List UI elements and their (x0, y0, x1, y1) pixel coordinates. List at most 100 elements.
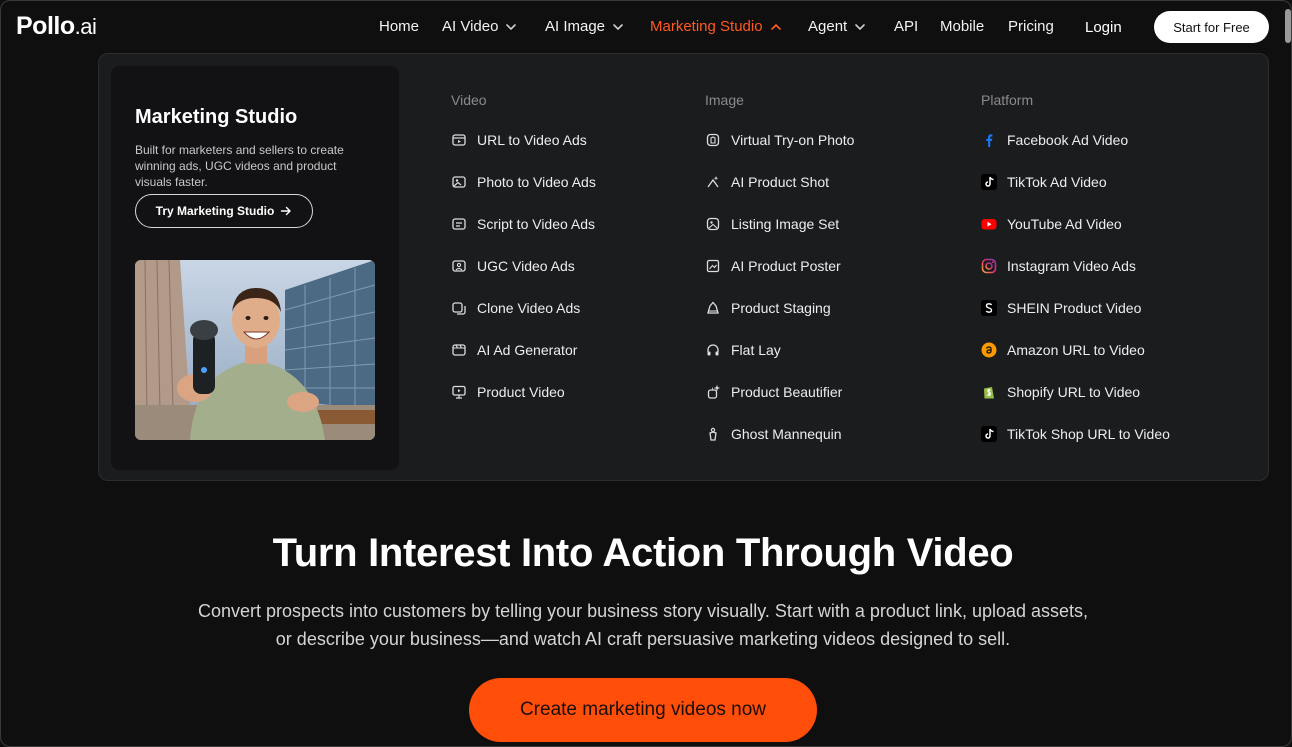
chevron-down-icon (613, 23, 623, 30)
brand-suffix: .ai (74, 14, 97, 39)
nav-api-label: API (894, 18, 919, 35)
tiktok-icon (981, 174, 997, 190)
menu-product-beautifier[interactable]: Product Beautifier (705, 382, 842, 402)
menu-label: SHEIN Product Video (1007, 300, 1142, 316)
script-video-icon (452, 218, 466, 230)
top-nav: Pollo.ai Home AI Video AI Image Marketin… (1, 1, 1291, 53)
nav-home[interactable]: Home (379, 18, 419, 35)
menu-label: Clone Video Ads (477, 300, 581, 316)
menu-label: Script to Video Ads (477, 216, 596, 232)
menu-ghost-mannequin[interactable]: Ghost Mannequin (705, 424, 842, 444)
start-for-free-button[interactable]: Start for Free (1154, 11, 1269, 43)
menu-shein-product-video[interactable]: SHEIN Product Video (981, 298, 1141, 318)
nav-home-label: Home (379, 18, 420, 35)
url-video-icon (452, 134, 466, 146)
menu-label: YouTube Ad Video (1007, 216, 1122, 232)
nav-marketing-studio[interactable]: Marketing Studio (650, 18, 783, 35)
menu-virtual-try-on-photo[interactable]: Virtual Try-on Photo (705, 130, 854, 150)
menu-label: Photo to Video Ads (477, 174, 596, 190)
menu-label: Product Beautifier (731, 384, 843, 400)
menu-label: Product Staging (731, 300, 831, 316)
menu-flat-lay[interactable]: Flat Lay (705, 340, 781, 360)
try-marketing-studio-button[interactable]: Try Marketing Studio (135, 194, 313, 228)
menu-label: Shopify URL to Video (1007, 384, 1141, 400)
nav-ai-video-label: AI Video (442, 18, 499, 35)
nav-api[interactable]: API (894, 18, 918, 35)
login-link[interactable]: Login (1085, 19, 1122, 36)
amazon-icon (981, 342, 997, 358)
nav-ai-image-label: AI Image (545, 18, 606, 35)
ad-generator-icon (452, 344, 466, 356)
menu-script-to-video-ads[interactable]: Script to Video Ads (451, 214, 595, 234)
menu-ai-product-shot[interactable]: AI Product Shot (705, 172, 829, 192)
photo-video-icon (452, 176, 466, 188)
menu-ai-product-poster[interactable]: AI Product Poster (705, 256, 841, 276)
menu-listing-image-set[interactable]: Listing Image Set (705, 214, 839, 234)
flat-lay-icon (707, 344, 719, 356)
menu-label: TikTok Ad Video (1007, 174, 1107, 190)
menu-instagram-video-ads[interactable]: Instagram Video Ads (981, 256, 1136, 276)
menu-ugc-video-ads[interactable]: UGC Video Ads (451, 256, 575, 276)
arrow-right-icon (281, 206, 292, 216)
nav-ai-video[interactable]: AI Video (442, 18, 518, 35)
ugc-video-icon (452, 260, 466, 272)
hero-subtitle: Convert prospects into customers by tell… (197, 601, 1089, 649)
menu-label: Product Video (477, 384, 565, 400)
column-title-image: Image (705, 92, 744, 108)
menu-facebook-ad-video[interactable]: Facebook Ad Video (981, 130, 1128, 150)
product-video-icon (452, 385, 466, 399)
menu-label: AI Product Poster (731, 258, 841, 274)
menu-amazon-url-to-video[interactable]: Amazon URL to Video (981, 340, 1145, 360)
menu-label: Listing Image Set (731, 216, 840, 232)
menu-url-to-video-ads[interactable]: URL to Video Ads (451, 130, 587, 150)
facebook-icon (986, 134, 993, 147)
nav-agent-label: Agent (808, 18, 848, 35)
tryon-icon (706, 133, 720, 147)
menu-label: Virtual Try-on Photo (731, 132, 855, 148)
menu-label: Facebook Ad Video (1007, 132, 1129, 148)
create-marketing-videos-button[interactable]: Create marketing videos now (469, 678, 817, 742)
product-shot-icon (707, 176, 719, 188)
column-title-video: Video (451, 92, 487, 108)
promo-image (135, 260, 375, 440)
menu-product-video[interactable]: Product Video (451, 382, 565, 402)
hero-title: Turn Interest Into Action Through Video (272, 531, 1014, 575)
menu-label: UGC Video Ads (477, 258, 575, 274)
menu-label: AI Product Shot (731, 174, 830, 190)
beautifier-icon (707, 384, 721, 399)
nav-agent[interactable]: Agent (808, 18, 867, 35)
man-with-shaver-illustration (135, 260, 375, 440)
nav-ai-image[interactable]: AI Image (545, 18, 625, 35)
menu-photo-to-video-ads[interactable]: Photo to Video Ads (451, 172, 596, 192)
menu-label: AI Ad Generator (477, 342, 578, 358)
scrollbar-thumb[interactable] (1285, 9, 1291, 43)
menu-product-staging[interactable]: Product Staging (705, 298, 831, 318)
nav-mobile-label: Mobile (940, 18, 985, 35)
shein-icon (981, 300, 997, 316)
promo-card: Marketing Studio Built for marketers and… (111, 66, 399, 470)
chevron-down-icon (855, 23, 866, 30)
listing-icon (706, 217, 720, 231)
menu-label: TikTok Shop URL to Video (1007, 426, 1170, 442)
menu-label: Ghost Mannequin (731, 426, 842, 442)
poster-icon (706, 259, 720, 273)
menu-tiktok-shop-url-to-video[interactable]: TikTok Shop URL to Video (981, 424, 1170, 444)
menu-label: Amazon URL to Video (1007, 342, 1145, 358)
nav-marketing-studio-label: Marketing Studio (650, 18, 763, 35)
promo-title: Marketing Studio (135, 106, 298, 128)
nav-mobile[interactable]: Mobile (940, 18, 984, 35)
nav-pricing-label: Pricing (1008, 18, 1054, 35)
menu-ai-ad-generator[interactable]: AI Ad Generator (451, 340, 577, 360)
chevron-down-icon (506, 23, 517, 30)
menu-clone-video-ads[interactable]: Clone Video Ads (451, 298, 580, 318)
brand-logo[interactable]: Pollo.ai (16, 12, 97, 41)
menu-youtube-ad-video[interactable]: YouTube Ad Video (981, 214, 1122, 234)
menu-tiktok-ad-video[interactable]: TikTok Ad Video (981, 172, 1107, 192)
staging-icon (707, 301, 719, 314)
try-marketing-studio-label: Try Marketing Studio (155, 204, 275, 218)
shopify-icon (984, 387, 994, 399)
menu-label: Flat Lay (731, 342, 781, 358)
menu-label: Instagram Video Ads (1007, 258, 1136, 274)
menu-shopify-url-to-video[interactable]: Shopify URL to Video (981, 382, 1140, 402)
nav-pricing[interactable]: Pricing (1008, 18, 1054, 35)
